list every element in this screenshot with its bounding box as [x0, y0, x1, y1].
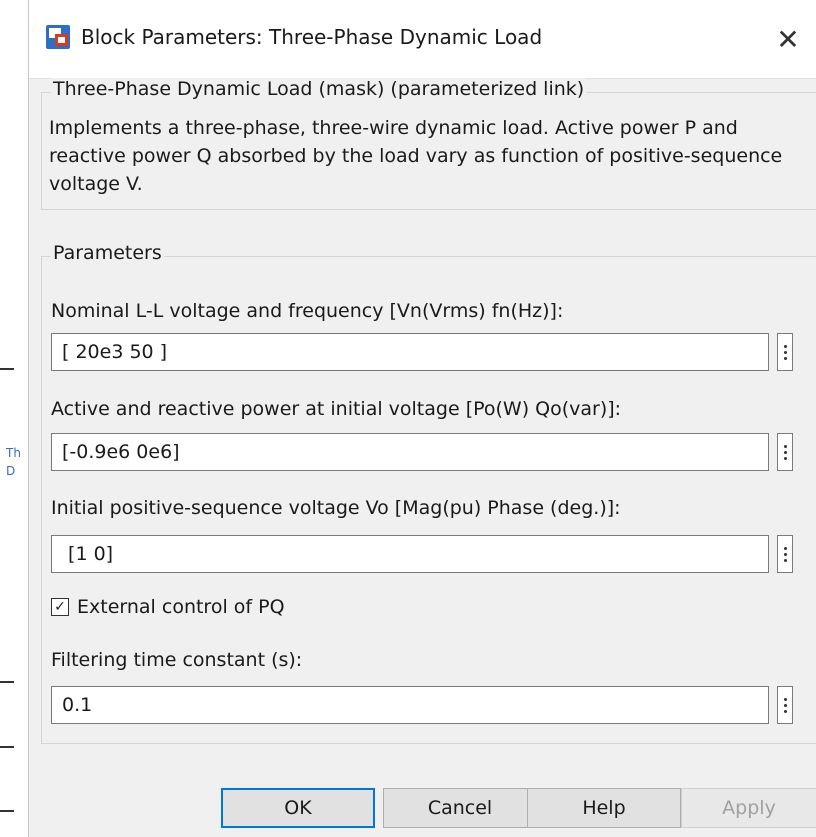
canvas-line [0, 810, 14, 812]
canvas-line [0, 681, 14, 683]
external-control-checkbox[interactable]: ✓ [51, 598, 69, 616]
checkmark-icon: ✓ [54, 599, 66, 615]
initial-voltage-field[interactable] [51, 535, 769, 573]
title-bar[interactable]: Block Parameters: Three-Phase Dynamic Lo… [29, 0, 816, 79]
vertical-ellipsis-icon[interactable] [777, 535, 793, 573]
ok-button[interactable]: OK [221, 788, 375, 828]
initial-power-label: Active and reactive power at initial vol… [51, 398, 622, 420]
nominal-voltage-label: Nominal L-L voltage and frequency [Vn(Vr… [51, 300, 564, 322]
close-icon[interactable]: ✕ [760, 0, 816, 78]
initial-voltage-label: Initial positive-sequence voltage Vo [Ma… [51, 497, 621, 519]
mask-header: Three-Phase Dynamic Load (mask) (paramet… [51, 78, 587, 100]
vertical-ellipsis-icon[interactable] [777, 686, 793, 724]
external-control-label[interactable]: External control of PQ [77, 596, 285, 618]
filtering-time-field[interactable] [51, 686, 769, 724]
nominal-voltage-field[interactable] [51, 333, 769, 371]
filtering-time-label: Filtering time constant (s): [51, 649, 303, 671]
cancel-button[interactable]: Cancel [383, 788, 537, 828]
external-control-row[interactable]: ✓ External control of PQ [51, 596, 285, 618]
parameters-header: Parameters [51, 242, 164, 264]
block-parameters-dialog: Block Parameters: Three-Phase Dynamic Lo… [28, 0, 816, 837]
canvas-label-fragment: D [6, 464, 16, 478]
canvas-line [0, 746, 14, 748]
vertical-ellipsis-icon[interactable] [777, 433, 793, 471]
canvas-line [0, 368, 14, 370]
simulink-block-icon [46, 25, 70, 49]
help-button[interactable]: Help [527, 788, 681, 828]
vertical-ellipsis-icon[interactable] [777, 333, 793, 371]
mask-description: Implements a three-phase, three-wire dyn… [49, 117, 783, 195]
canvas-label-fragment: Th [6, 446, 21, 460]
initial-power-field[interactable] [51, 433, 769, 471]
window-title: Block Parameters: Three-Phase Dynamic Lo… [81, 25, 543, 49]
apply-button[interactable]: Apply [681, 788, 816, 828]
